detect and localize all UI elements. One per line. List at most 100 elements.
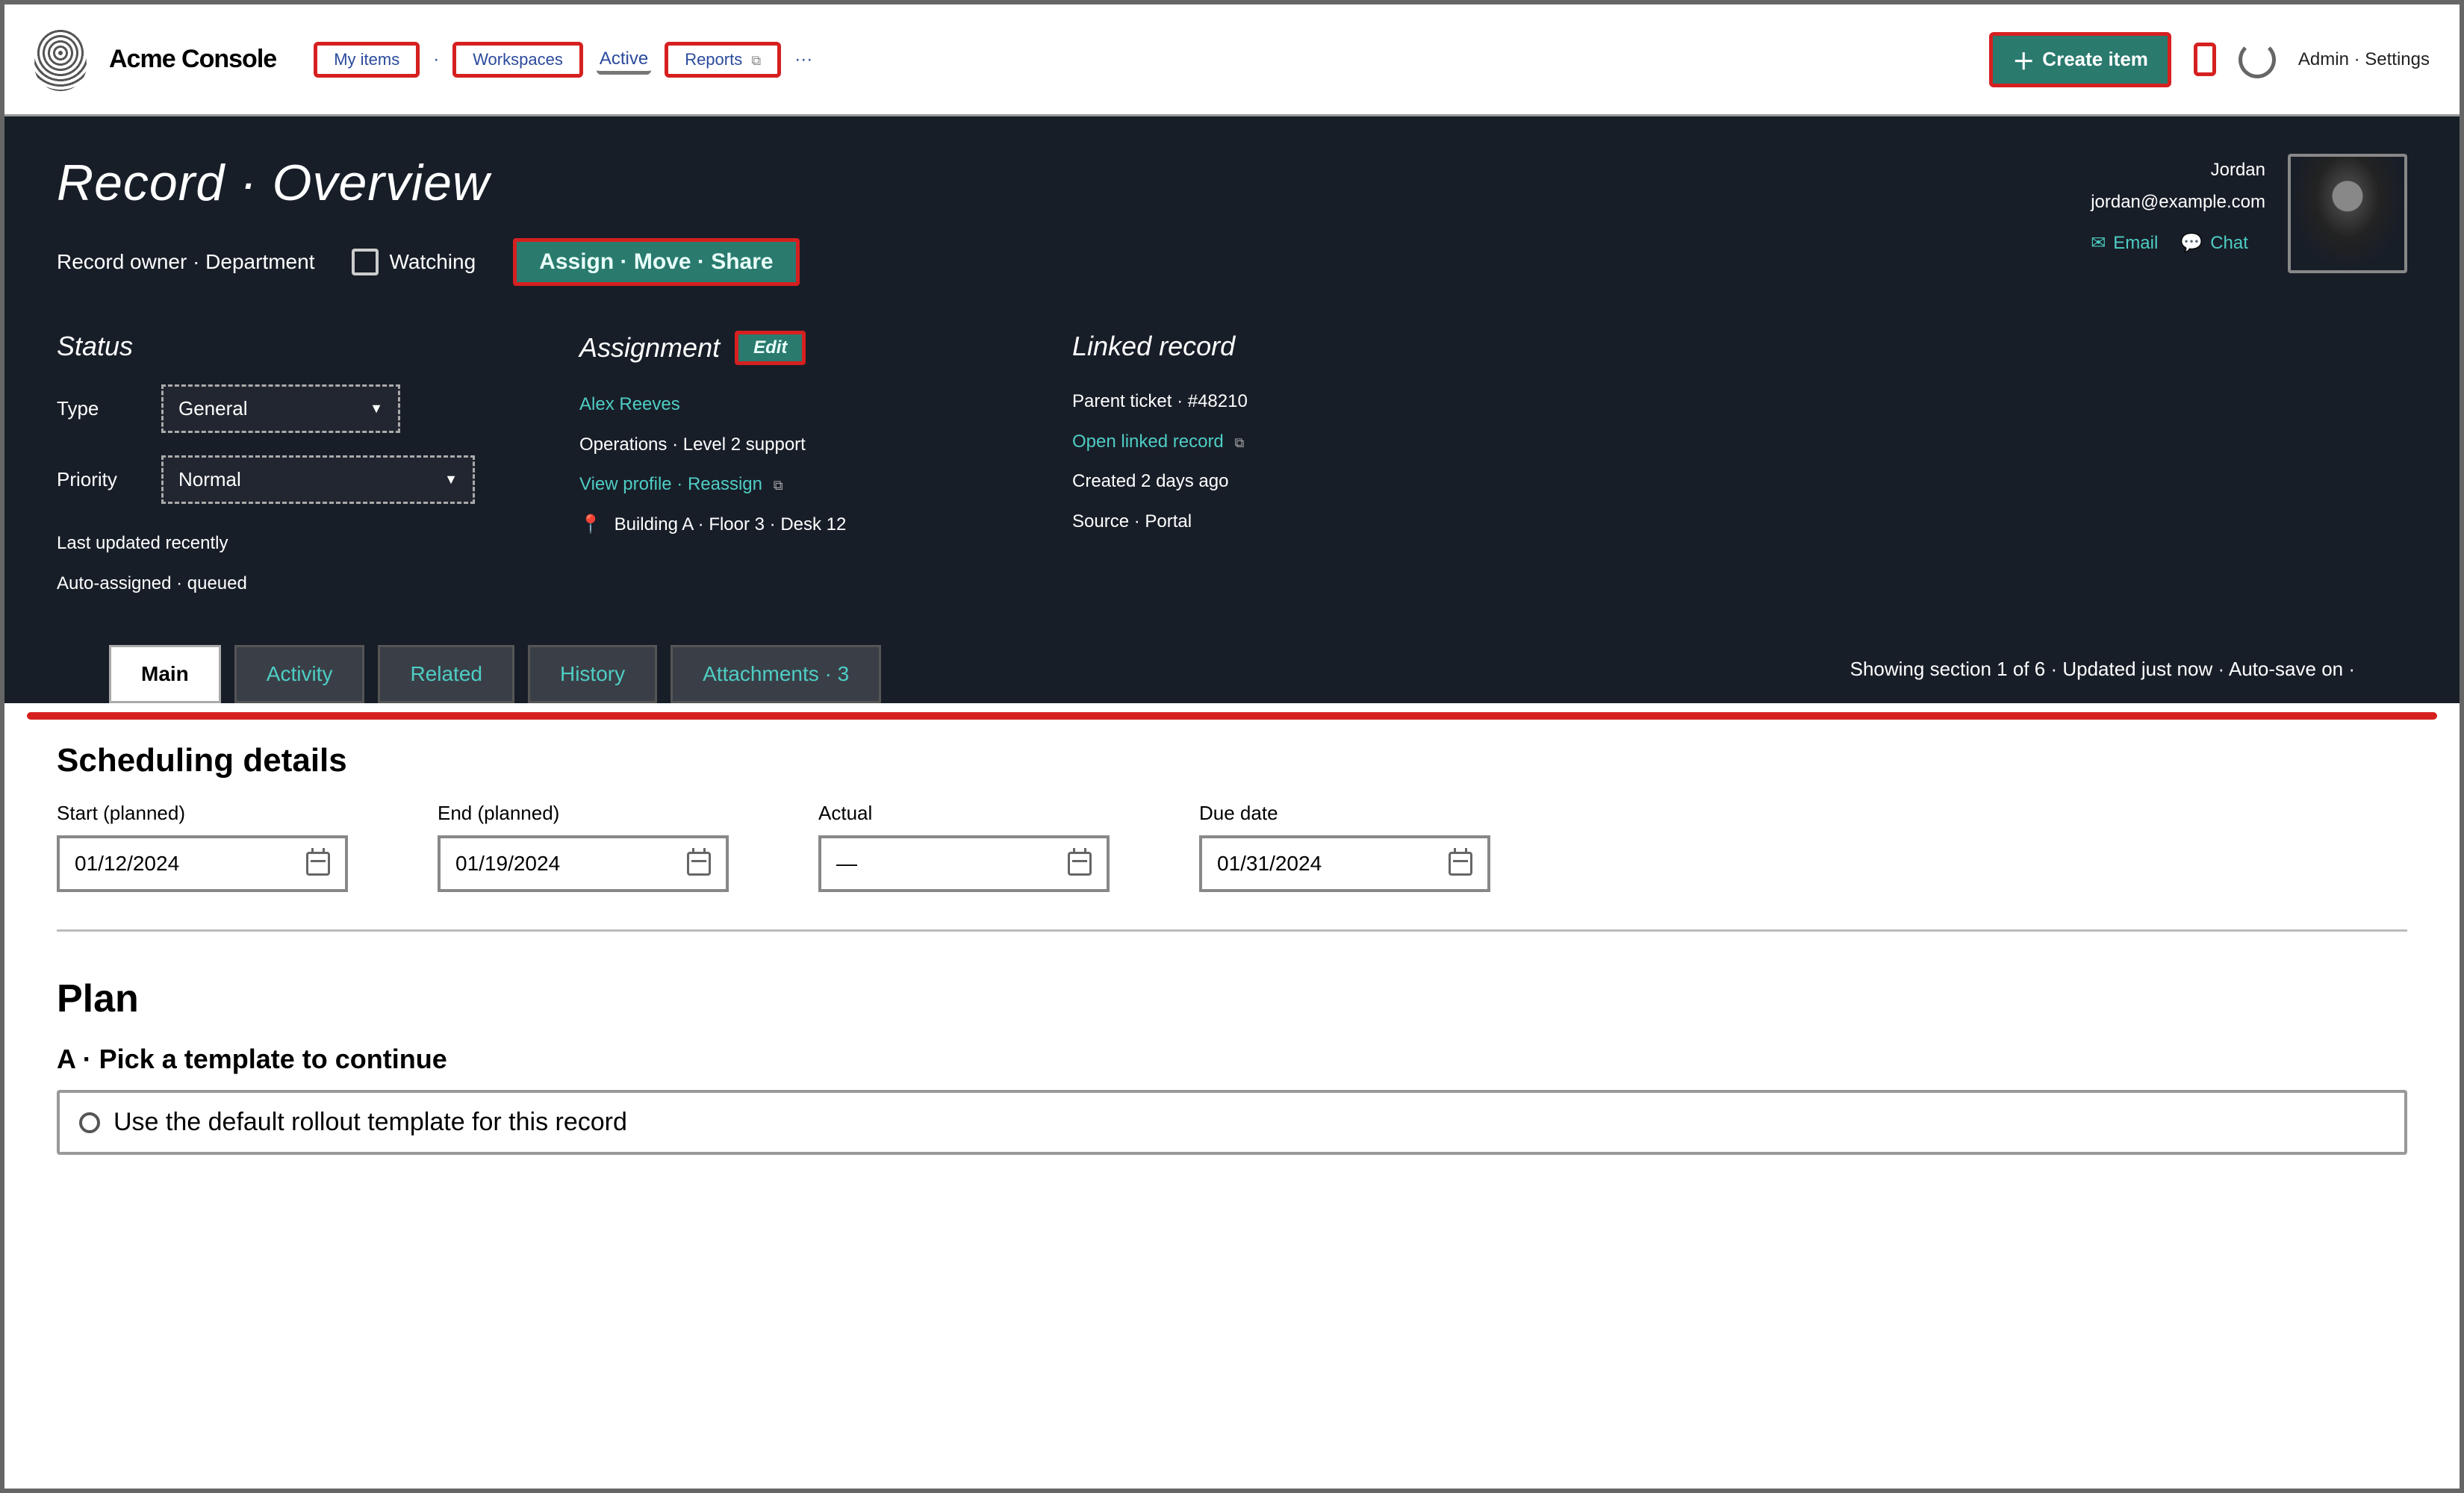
nav-tab-1-label: Workspaces <box>473 50 563 69</box>
col-status-heading: Status <box>57 331 475 362</box>
subtab-history[interactable]: History <box>528 645 657 703</box>
subtab-activity[interactable]: Activity <box>234 645 365 703</box>
nav-separator: · <box>433 49 439 70</box>
col1-meta2: Auto-assigned · queued <box>57 567 475 601</box>
watching-toggle[interactable]: Watching <box>352 249 476 275</box>
date-field-0: Start (planned) 01/12/2024 <box>57 802 348 892</box>
envelope-icon: ✉ <box>2091 227 2106 259</box>
calendar-icon <box>1068 852 1092 876</box>
date-input-0[interactable]: 01/12/2024 <box>57 835 348 892</box>
annotation-divider <box>27 712 2437 720</box>
fingerprint-icon <box>34 28 87 91</box>
col-assignment-heading-text: Assignment <box>579 332 720 364</box>
plan-option-text: Use the default rollout template for thi… <box>113 1108 627 1137</box>
date-input-1[interactable]: 01/19/2024 <box>438 835 729 892</box>
checkbox-icon <box>352 249 379 275</box>
calendar-icon <box>687 852 711 876</box>
assignee-actions[interactable]: View profile · Reassign ⧉ <box>579 467 968 502</box>
nav-tab-2[interactable]: Active <box>597 44 651 75</box>
plan-section: Plan A · Pick a template to continue Use… <box>57 932 2407 1155</box>
avatar[interactable] <box>2288 154 2407 273</box>
contact-text: Jordan jordan@example.com ✉ Email 💬 Chat <box>2091 154 2265 260</box>
type-select-value: General <box>178 397 248 420</box>
chat-icon: 💬 <box>2180 227 2203 259</box>
assignee-detail: Operations · Level 2 support <box>579 428 968 462</box>
top-nav: My items · Workspaces Active Reports ⧉ ·… <box>314 42 812 78</box>
subtabs-row: Main Activity Related History Attachment… <box>57 645 2407 703</box>
subtab-attachments-label: Attachments · 3 <box>703 662 849 685</box>
calendar-icon <box>306 852 330 876</box>
contact-email-label: Email <box>2113 227 2158 259</box>
hero-panel: Record · Overview Record owner · Departm… <box>4 116 2460 703</box>
contact-chat-link[interactable]: 💬 Chat <box>2180 227 2248 259</box>
loading-spinner-icon <box>2239 41 2276 78</box>
contact-card: Jordan jordan@example.com ✉ Email 💬 Chat <box>2091 154 2407 273</box>
date-field-1: End (planned) 01/19/2024 <box>438 802 729 892</box>
location-pin-icon: 📍 <box>579 514 602 534</box>
topbar-right-text[interactable]: Admin · Settings <box>2298 49 2430 70</box>
date-field-2: Actual — <box>818 802 1110 892</box>
date-label-1: End (planned) <box>438 802 729 825</box>
field-priority-label: Priority <box>57 468 146 491</box>
content-area: Scheduling details Start (planned) 01/12… <box>4 720 2460 1155</box>
contact-name: Jordan <box>2091 154 2265 186</box>
hero-subtitle: Record owner · Department <box>57 250 314 274</box>
field-type-label: Type <box>57 397 146 420</box>
nav-tab-1[interactable]: Workspaces <box>452 42 583 78</box>
col-assignment-heading: Assignment Edit <box>579 331 968 365</box>
nav-tab-0[interactable]: My items <box>314 42 420 78</box>
edit-assignment-button[interactable]: Edit <box>735 331 806 365</box>
create-button[interactable]: ＋ Create item <box>1989 32 2171 87</box>
action-ribbon-button[interactable]: Assign · Move · Share <box>513 238 799 286</box>
edit-assignment-label: Edit <box>753 337 787 358</box>
subtabs-status-text: Showing section 1 of 6 · Updated just no… <box>1850 658 2407 691</box>
subtab-related-label: Related <box>410 662 482 685</box>
linked-line1: Parent ticket · #48210 <box>1072 384 1460 419</box>
hero-meta-row: Record owner · Department Watching Assig… <box>57 238 2407 286</box>
external-link-icon: ⧉ <box>1234 435 1244 450</box>
priority-select-value: Normal <box>178 468 241 491</box>
col-status: Status Type General ▼ Priority Normal ▼ … <box>57 331 475 600</box>
date-value-0: 01/12/2024 <box>75 852 179 876</box>
plus-icon: ＋ <box>2012 43 2035 76</box>
nav-tab-2-label: Active <box>600 49 648 69</box>
nav-tab-3[interactable]: Reports ⧉ <box>665 42 781 78</box>
subtab-related[interactable]: Related <box>378 645 514 703</box>
assignee-name[interactable]: Alex Reeves <box>579 387 968 422</box>
subtabs: Main Activity Related History Attachment… <box>57 645 881 703</box>
plan-option-box[interactable]: Use the default rollout template for thi… <box>57 1090 2407 1155</box>
col-linked: Linked record Parent ticket · #48210 Ope… <box>1072 331 1460 600</box>
plan-heading: Plan <box>57 976 2407 1021</box>
plan-sublabel: A · Pick a template to continue <box>57 1044 2407 1075</box>
nav-overflow[interactable]: ··· <box>794 49 812 70</box>
subtab-main[interactable]: Main <box>109 645 221 703</box>
linked-open-link[interactable]: Open linked record ⧉ <box>1072 425 1460 459</box>
date-input-2[interactable]: — <box>818 835 1110 892</box>
subtab-attachments[interactable]: Attachments · 3 <box>671 645 881 703</box>
date-label-2: Actual <box>818 802 1110 825</box>
linked-line4: Source · Portal <box>1072 505 1460 539</box>
hero-columns: Status Type General ▼ Priority Normal ▼ … <box>57 331 2407 645</box>
date-grid: Start (planned) 01/12/2024 End (planned)… <box>57 802 2407 932</box>
priority-select[interactable]: Normal ▼ <box>161 455 475 504</box>
assignee-location: 📍 Building A · Floor 3 · Desk 12 <box>579 508 968 542</box>
contact-line2: jordan@example.com <box>2091 186 2265 218</box>
type-select[interactable]: General ▼ <box>161 384 400 433</box>
date-value-3: 01/31/2024 <box>1217 852 1322 876</box>
nav-tab-3-label: Reports <box>685 50 742 69</box>
notification-badge[interactable] <box>2194 43 2216 76</box>
col-linked-heading: Linked record <box>1072 331 1460 362</box>
brand-label: Acme Console <box>109 45 276 74</box>
linked-open-text: Open linked record <box>1072 431 1224 452</box>
contact-chat-label: Chat <box>2210 227 2248 259</box>
date-input-3[interactable]: 01/31/2024 <box>1199 835 1490 892</box>
date-label-0: Start (planned) <box>57 802 348 825</box>
action-ribbon-label: Assign · Move · Share <box>539 249 773 274</box>
assignee-actions-text: View profile · Reassign <box>579 474 762 494</box>
app-frame: Acme Console My items · Workspaces Activ… <box>0 0 2464 1493</box>
chevron-down-icon: ▼ <box>444 472 458 487</box>
linked-line3: Created 2 days ago <box>1072 464 1460 499</box>
contact-email-link[interactable]: ✉ Email <box>2091 227 2158 259</box>
subtab-activity-label: Activity <box>267 662 333 685</box>
date-label-3: Due date <box>1199 802 1490 825</box>
